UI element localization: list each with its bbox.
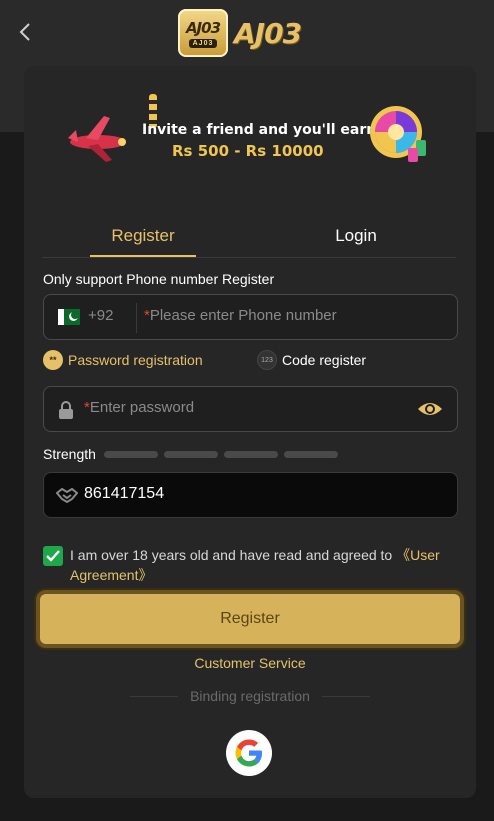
google-signin-button[interactable] [226, 730, 272, 776]
code-register-option[interactable]: 123 Code register [257, 350, 366, 370]
country-code[interactable]: +92 [88, 307, 113, 324]
banner-line2: Rs 500 - Rs 10000 [172, 142, 324, 160]
password-strength: Strength [43, 444, 338, 464]
check-icon [46, 550, 60, 562]
customer-service-link[interactable]: Customer Service [24, 655, 476, 671]
airplane-icon [68, 116, 126, 162]
agree-checkbox[interactable] [43, 546, 63, 566]
invite-code-value: 861417154 [84, 485, 165, 502]
phone-placeholder-text: Please enter Phone number [149, 307, 337, 324]
register-card: Invite a friend and you'll earn Rs 500 -… [24, 66, 476, 798]
strength-bar-2 [163, 450, 218, 458]
wheel-icon [370, 106, 426, 162]
binding-registration-label: Binding registration [190, 688, 310, 704]
register-button[interactable]: Register [36, 590, 464, 648]
lock-icon [59, 401, 73, 419]
password-registration-option[interactable]: ** Password registration [43, 350, 203, 370]
phone-field[interactable]: +92 *Please enter Phone number [43, 294, 458, 340]
strength-bar-3 [223, 450, 278, 458]
password-registration-label: Password registration [68, 352, 203, 368]
strength-bar-4 [283, 450, 338, 458]
handshake-icon [56, 487, 78, 504]
agreement-text-body: I am over 18 years old and have read and… [70, 547, 397, 563]
agreement-text: I am over 18 years old and have read and… [70, 545, 460, 585]
phone-divider [136, 303, 137, 333]
invite-code-field[interactable]: 861417154 [43, 472, 458, 518]
logo-badge: AJ03 AJ03 [178, 9, 228, 57]
phone-placeholder: *Please enter Phone number [144, 307, 337, 324]
strength-bar-1 [103, 450, 158, 458]
password-placeholder: *Enter password [84, 399, 195, 416]
support-label: Only support Phone number Register [43, 271, 275, 287]
pakistan-flag-icon [58, 309, 80, 325]
eye-icon[interactable] [417, 399, 443, 419]
logo-badge-sub: AJ03 [188, 38, 218, 48]
banner-line1: Invite a friend and you'll earn [142, 122, 377, 138]
password-placeholder-text: Enter password [89, 399, 195, 416]
invite-banner[interactable]: Invite a friend and you'll earn Rs 500 -… [64, 94, 436, 174]
app-logo: AJ03 AJ03 AJ03 [178, 8, 302, 58]
binding-registration-row: Binding registration [24, 688, 476, 704]
tab-register[interactable]: Register [90, 216, 196, 257]
password-mode-icon: ** [43, 350, 63, 370]
binding-line-right [321, 695, 370, 697]
google-icon [235, 739, 262, 767]
register-mode-row: ** Password registration 123 Code regist… [43, 350, 458, 374]
logo-wordmark: AJ03 [234, 16, 302, 50]
logo-badge-text: AJ03 [185, 18, 221, 37]
back-button[interactable] [14, 20, 36, 44]
tab-login[interactable]: Login [306, 216, 406, 256]
back-chevron-icon [19, 23, 30, 41]
auth-tabs: Register Login [42, 216, 456, 258]
code-register-label: Code register [282, 352, 367, 368]
code-mode-icon: 123 [257, 350, 277, 370]
binding-line-left [130, 695, 179, 697]
strength-label: Strength [43, 446, 96, 462]
password-field[interactable]: *Enter password [43, 386, 458, 432]
